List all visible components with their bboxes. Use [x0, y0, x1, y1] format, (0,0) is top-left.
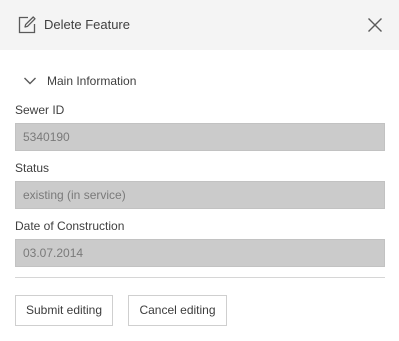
delete-feature-dialog: Delete Feature Main Information Sewer ID… — [0, 0, 399, 341]
submit-editing-button[interactable]: Submit editing — [15, 295, 113, 326]
dialog-header: Delete Feature — [0, 0, 399, 50]
status-field[interactable] — [15, 181, 385, 209]
edit-icon — [18, 16, 36, 34]
date-of-construction-field[interactable] — [15, 239, 385, 267]
sewer-id-field[interactable] — [15, 123, 385, 151]
dialog-title: Delete Feature — [44, 17, 130, 32]
date-of-construction-label: Date of Construction — [15, 219, 125, 233]
chevron-down-icon — [24, 77, 36, 85]
status-label: Status — [15, 161, 50, 175]
close-icon[interactable] — [366, 16, 384, 34]
section-title: Main Information — [47, 74, 137, 88]
cancel-editing-button[interactable]: Cancel editing — [128, 295, 227, 326]
sewer-id-label: Sewer ID — [15, 103, 65, 117]
section-toggle-main-information[interactable]: Main Information — [22, 71, 222, 91]
divider — [15, 277, 385, 278]
